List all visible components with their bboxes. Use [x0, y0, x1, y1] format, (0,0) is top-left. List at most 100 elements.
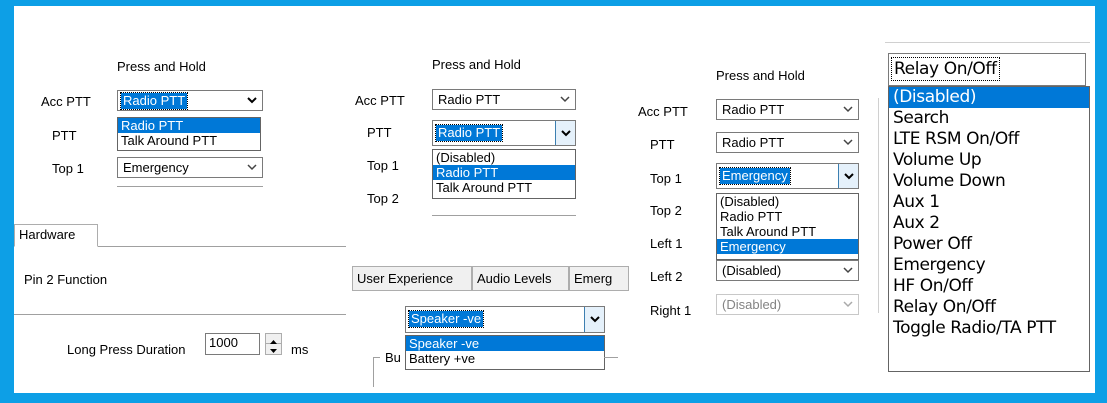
ptt-value: Radio PTT	[722, 135, 785, 150]
press-and-hold-header: Press and Hold	[716, 68, 805, 83]
dropdown-button[interactable]	[838, 261, 858, 280]
dropdown-option[interactable]: (Disabled)	[717, 194, 858, 209]
dropdown-option[interactable]: Aux 2	[889, 213, 1089, 234]
dropdown-option[interactable]: (Disabled)	[889, 87, 1089, 108]
dropdown-option[interactable]: Speaker -ve	[406, 336, 604, 351]
chevron-down-icon	[843, 106, 853, 113]
acc-ptt-label: Acc PTT	[41, 94, 91, 109]
dropdown-button[interactable]	[838, 100, 858, 119]
divider	[14, 314, 346, 315]
tab-user-experience[interactable]: User Experience	[352, 266, 472, 291]
acc-ptt-dropdown-list: Radio PTT Talk Around PTT	[117, 117, 261, 151]
acc-ptt-value: Radio PTT	[722, 102, 785, 117]
groupbox-label: Bu	[385, 350, 401, 365]
ptt-select[interactable]: Radio PTT	[432, 120, 576, 146]
groupbox-border	[373, 357, 374, 387]
acc-ptt-label: Acc PTT	[638, 104, 688, 119]
top2-label: Top 2	[367, 191, 399, 206]
dropdown-button[interactable]	[838, 295, 858, 314]
long-press-duration-input[interactable]: 1000	[205, 333, 260, 355]
ptt-label: PTT	[650, 137, 675, 152]
acc-ptt-select[interactable]: Radio PTT	[432, 89, 576, 110]
spin-up-icon[interactable]	[266, 334, 281, 344]
function-select[interactable]: Relay On/Off	[888, 53, 1086, 86]
function-dropdown-list: (Disabled) Search LTE RSM On/Off Volume …	[888, 86, 1090, 372]
top1-value: Emergency	[719, 167, 791, 185]
dropdown-option[interactable]: Radio PTT	[118, 118, 260, 133]
spin-down-icon[interactable]	[266, 344, 281, 354]
long-press-duration-value: 1000	[209, 335, 238, 350]
divider	[878, 98, 879, 313]
acc-ptt-label: Acc PTT	[355, 93, 405, 108]
dropdown-button[interactable]	[555, 90, 575, 109]
left2-label: Left 2	[650, 269, 683, 284]
left2-select[interactable]: (Disabled)	[716, 260, 859, 281]
long-press-duration-label: Long Press Duration	[67, 342, 186, 357]
top2-label: Top 2	[650, 203, 682, 218]
dropdown-option[interactable]: Toggle Radio/TA PTT	[889, 318, 1089, 339]
long-press-spinner[interactable]	[265, 333, 282, 355]
dropdown-option[interactable]: Search	[889, 108, 1089, 129]
dropdown-button[interactable]	[584, 307, 604, 332]
ptt-select[interactable]: Radio PTT	[716, 132, 859, 153]
dropdown-option[interactable]: Battery +ve	[406, 351, 604, 366]
right1-value: (Disabled)	[722, 297, 782, 312]
top1-value: Emergency	[123, 160, 189, 175]
divider	[117, 186, 263, 187]
dropdown-option[interactable]: Talk Around PTT	[118, 133, 260, 148]
top1-select[interactable]: Emergency	[716, 163, 859, 189]
dropdown-option[interactable]: Radio PTT	[433, 165, 575, 180]
dropdown-option[interactable]: Volume Up	[889, 150, 1089, 171]
dropdown-option[interactable]: Radio PTT	[717, 209, 858, 224]
dropdown-button[interactable]	[242, 158, 262, 177]
left1-label: Left 1	[650, 236, 683, 251]
acc-ptt-select[interactable]: Radio PTT	[716, 99, 859, 120]
top1-label: Top 1	[367, 158, 399, 173]
tab-emergency[interactable]: Emerg	[569, 266, 629, 291]
acc-ptt-select[interactable]: Radio PTT	[117, 90, 263, 111]
chevron-down-icon	[247, 97, 257, 104]
speaker-dropdown-list: Speaker -ve Battery +ve	[405, 335, 605, 370]
acc-ptt-value: Radio PTT	[119, 92, 189, 110]
dropdown-option[interactable]: Emergency	[889, 255, 1089, 276]
tab-audio-levels[interactable]: Audio Levels	[472, 266, 569, 291]
acc-ptt-value: Radio PTT	[438, 92, 501, 107]
chevron-down-icon	[844, 173, 854, 180]
groupbox-border	[373, 357, 380, 358]
dropdown-option[interactable]: Emergency	[717, 239, 858, 254]
ptt-dropdown-list: (Disabled) Radio PTT Talk Around PTT	[432, 149, 576, 199]
function-value: Relay On/Off	[891, 57, 1000, 81]
dropdown-option[interactable]: LTE RSM On/Off	[889, 129, 1089, 150]
chevron-down-icon	[247, 164, 257, 171]
dropdown-option[interactable]: Talk Around PTT	[433, 180, 575, 195]
divider	[432, 215, 576, 216]
press-and-hold-header: Press and Hold	[117, 59, 206, 74]
dropdown-option[interactable]: Aux 1	[889, 192, 1089, 213]
ptt-label: PTT	[52, 128, 77, 143]
dropdown-option[interactable]: Talk Around PTT	[717, 224, 858, 239]
ms-unit-label: ms	[291, 342, 309, 357]
speaker-select[interactable]: Speaker -ve	[405, 306, 605, 333]
dropdown-option[interactable]: HF On/Off	[889, 276, 1089, 297]
dropdown-option[interactable]: (Disabled)	[433, 150, 575, 165]
chevron-down-icon	[843, 139, 853, 146]
dropdown-button[interactable]	[555, 121, 575, 145]
chevron-down-icon	[560, 96, 570, 103]
top1-select[interactable]: Emergency	[117, 157, 263, 178]
top1-dropdown-list: (Disabled) Radio PTT Talk Around PTT Eme…	[716, 193, 859, 260]
dropdown-option[interactable]: Volume Down	[889, 171, 1089, 192]
right1-select[interactable]: (Disabled)	[716, 294, 859, 315]
groupbox-border	[604, 357, 618, 358]
top1-label: Top 1	[52, 161, 84, 176]
ptt-value: Radio PTT	[434, 124, 504, 142]
chevron-down-icon	[561, 130, 571, 137]
speaker-value: Speaker -ve	[407, 310, 485, 328]
dropdown-button[interactable]	[838, 164, 858, 188]
divider	[885, 42, 1090, 43]
dropdown-option[interactable]: Relay On/Off	[889, 297, 1089, 318]
dropdown-option[interactable]: Power Off	[889, 234, 1089, 255]
dropdown-button[interactable]	[838, 133, 858, 152]
dropdown-button[interactable]	[242, 91, 262, 110]
tab-hardware[interactable]: Hardware	[14, 224, 98, 247]
chevron-down-icon	[843, 267, 853, 274]
